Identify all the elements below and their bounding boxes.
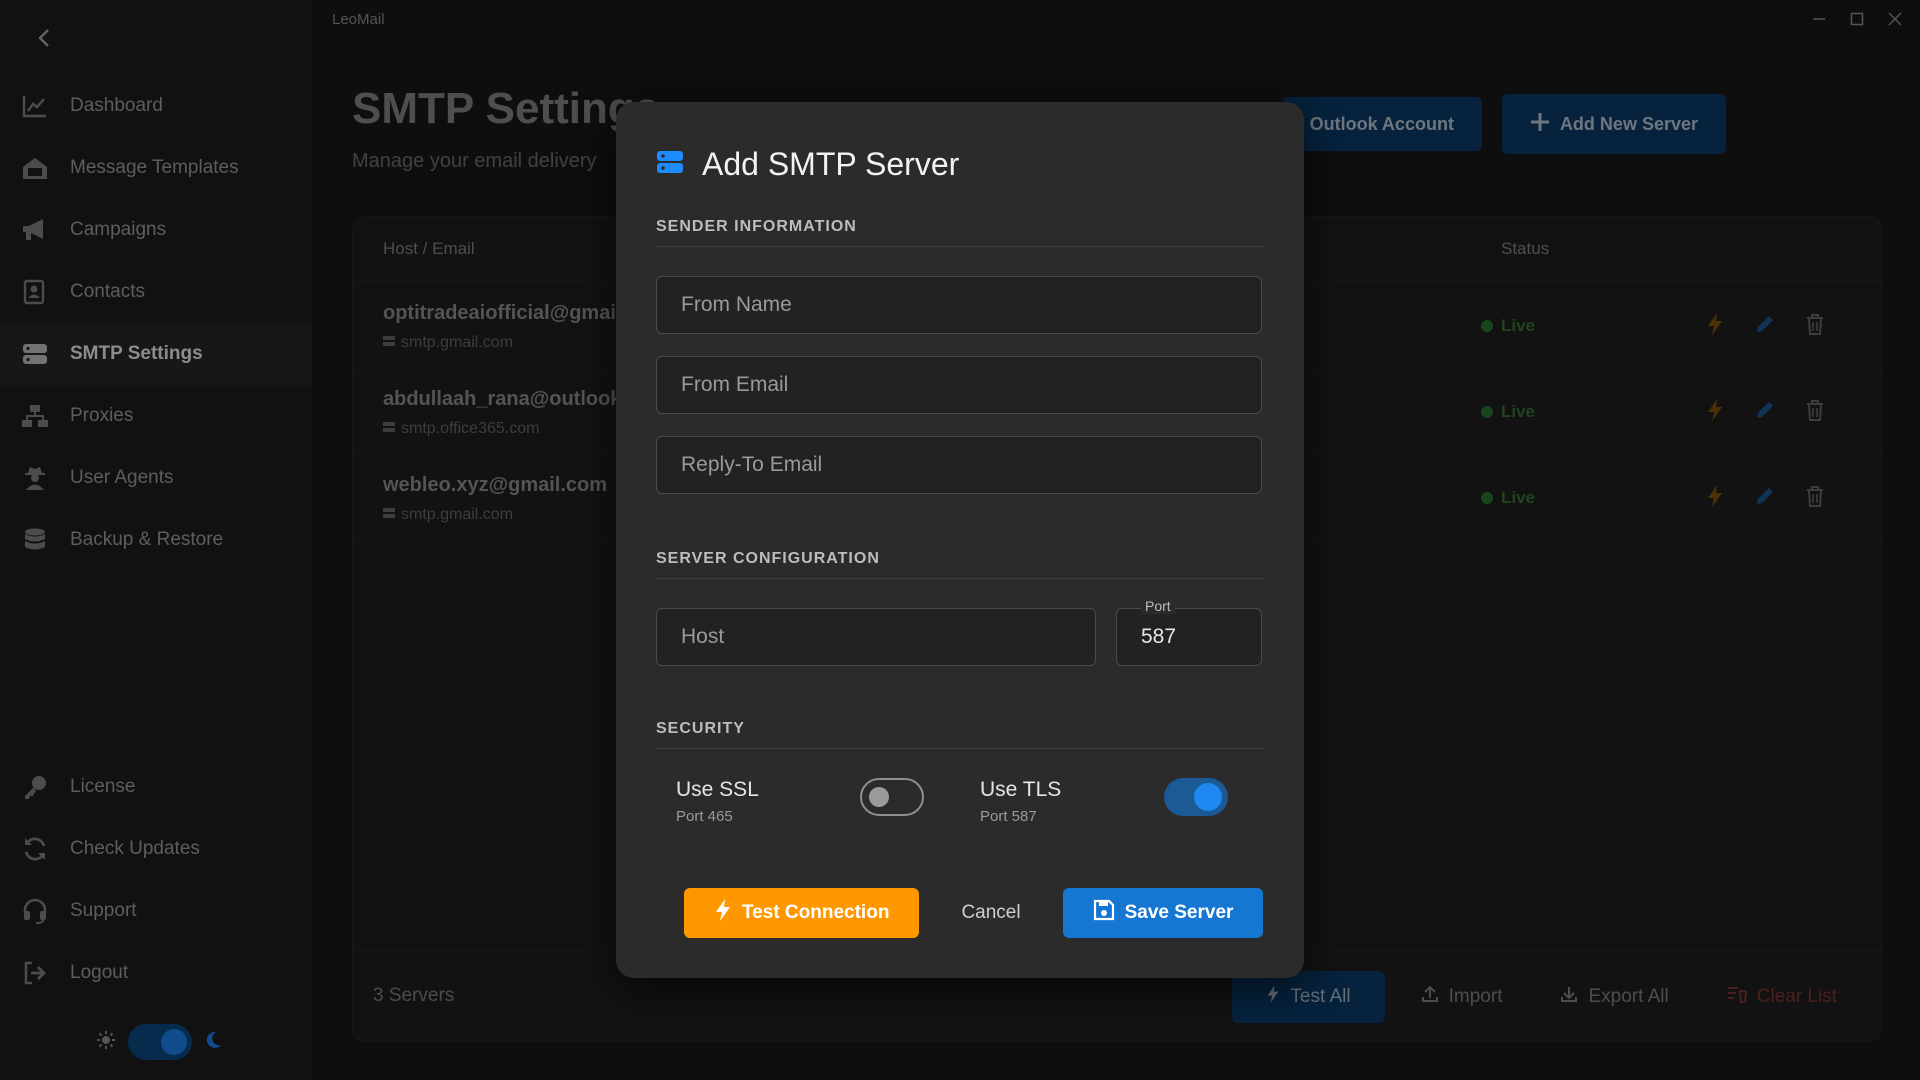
reply-to-email-field[interactable] — [656, 436, 1262, 494]
ssl-label: Use SSL — [676, 778, 759, 801]
section-divider — [656, 748, 1264, 749]
from-name-field[interactable] — [656, 276, 1262, 334]
toggle-knob — [869, 787, 889, 807]
toggle-knob — [1194, 783, 1222, 811]
tls-port-hint: Port 587 — [980, 808, 1037, 825]
tls-toggle[interactable] — [1164, 778, 1228, 816]
host-input[interactable] — [657, 609, 1095, 665]
host-field[interactable] — [656, 608, 1096, 666]
dialog-actions: Test Connection Cancel Save Server — [684, 888, 1264, 938]
port-label: Port — [1141, 598, 1175, 614]
ssl-toggle[interactable] — [860, 778, 924, 816]
section-divider — [656, 578, 1264, 579]
reply-to-email-input[interactable] — [657, 437, 1261, 493]
section-security: SECURITY — [656, 720, 745, 737]
test-connection-button[interactable]: Test Connection — [684, 888, 920, 938]
bolt-icon — [714, 898, 732, 928]
from-email-input[interactable] — [657, 357, 1261, 413]
ssl-port-hint: Port 465 — [676, 808, 733, 825]
save-icon — [1093, 899, 1115, 927]
cancel-button[interactable]: Cancel — [955, 901, 1026, 925]
dialog-title: Add SMTP Server — [702, 146, 960, 182]
save-server-label: Save Server — [1124, 902, 1234, 923]
section-divider — [656, 246, 1264, 247]
test-connection-label: Test Connection — [742, 902, 890, 923]
section-server-configuration: SERVER CONFIGURATION — [656, 550, 880, 567]
add-smtp-server-dialog: Add SMTP Server SENDER INFORMATION SERVE… — [616, 102, 1304, 978]
tls-option: Use TLS Port 587 — [980, 778, 1061, 825]
tls-label: Use TLS — [980, 778, 1062, 801]
port-field[interactable]: Port — [1116, 598, 1262, 666]
from-name-input[interactable] — [657, 277, 1261, 333]
port-input[interactable] — [1117, 609, 1261, 665]
ssl-option: Use SSL Port 465 — [676, 778, 759, 825]
from-email-field[interactable] — [656, 356, 1262, 414]
dialog-header: Add SMTP Server — [656, 146, 959, 183]
section-sender-information: SENDER INFORMATION — [656, 218, 857, 235]
server-icon — [656, 148, 684, 181]
save-server-button[interactable]: Save Server — [1062, 888, 1264, 938]
